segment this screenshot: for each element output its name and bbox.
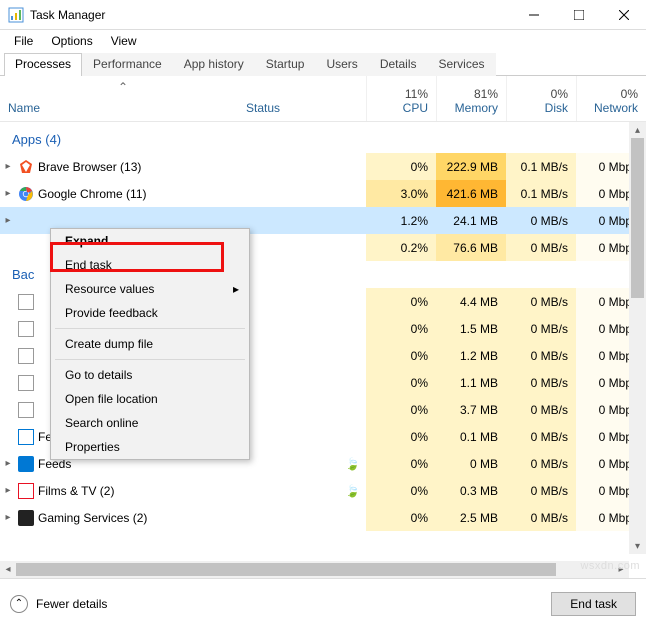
tab-performance[interactable]: Performance bbox=[82, 53, 173, 76]
watermark: wsxdn.com bbox=[580, 560, 640, 572]
context-menu: Expand End task Resource values▸ Provide… bbox=[50, 228, 250, 460]
menu-view[interactable]: View bbox=[103, 32, 145, 50]
col-disk[interactable]: 0%Disk bbox=[506, 76, 576, 121]
expand-icon[interactable]: ▸ bbox=[0, 161, 16, 172]
vertical-scrollbar[interactable]: ▴ ▾ bbox=[629, 122, 646, 554]
generic-icon bbox=[16, 402, 36, 418]
cell-disk: 0 MB/s bbox=[506, 207, 576, 234]
fewer-details-link[interactable]: Fewer details bbox=[36, 597, 107, 611]
leaf-icon: 🍃 bbox=[345, 484, 360, 498]
submenu-arrow-icon: ▸ bbox=[233, 282, 239, 296]
ctx-expand[interactable]: Expand bbox=[51, 229, 249, 253]
close-button[interactable] bbox=[601, 0, 646, 30]
col-name[interactable]: ⌃ Name bbox=[0, 76, 246, 121]
col-memory[interactable]: 81%Memory bbox=[436, 76, 506, 121]
gaming-services-icon bbox=[16, 510, 36, 526]
brave-icon bbox=[16, 159, 36, 175]
ctx-resource-values[interactable]: Resource values▸ bbox=[51, 277, 249, 301]
tab-processes[interactable]: Processes bbox=[4, 53, 82, 76]
scrollbar-thumb[interactable] bbox=[631, 138, 644, 298]
footer: ⌃ Fewer details End task bbox=[0, 578, 646, 628]
expand-icon[interactable]: ▸ bbox=[0, 215, 16, 226]
process-name: Gaming Services (2) bbox=[36, 511, 246, 525]
ctx-provide-feedback[interactable]: Provide feedback bbox=[51, 301, 249, 325]
cell-mem: 222.9 MB bbox=[436, 153, 506, 180]
col-status[interactable]: Status bbox=[246, 76, 366, 121]
ctx-open-file-location[interactable]: Open file location bbox=[51, 387, 249, 411]
col-cpu[interactable]: 11%CPU bbox=[366, 76, 436, 121]
col-network[interactable]: 0%Network bbox=[576, 76, 646, 121]
cell-cpu: 1.2% bbox=[366, 207, 436, 234]
process-row[interactable]: ▸ Films & TV (2) 🍃 0% 0.3 MB 0 MB/s 0 Mb… bbox=[0, 477, 646, 504]
generic-icon bbox=[16, 321, 36, 337]
group-apps[interactable]: Apps (4) bbox=[0, 122, 646, 153]
process-row[interactable]: ▸ Google Chrome (11) 3.0% 421.6 MB 0.1 M… bbox=[0, 180, 646, 207]
process-name: Films & TV (2) bbox=[36, 484, 246, 498]
chrome-icon bbox=[16, 186, 36, 202]
feeds-icon bbox=[16, 456, 36, 472]
ctx-properties[interactable]: Properties bbox=[51, 435, 249, 459]
menu-file[interactable]: File bbox=[6, 32, 41, 50]
titlebar: Task Manager bbox=[0, 0, 646, 30]
menubar: File Options View bbox=[0, 30, 646, 52]
scroll-up-icon[interactable]: ▴ bbox=[629, 122, 646, 138]
scroll-left-icon[interactable]: ◂ bbox=[0, 561, 16, 578]
end-task-button[interactable]: End task bbox=[551, 592, 636, 616]
ctx-search-online[interactable]: Search online bbox=[51, 411, 249, 435]
leaf-icon: 🍃 bbox=[345, 457, 360, 471]
process-name: Brave Browser (13) bbox=[36, 160, 246, 174]
process-row[interactable]: ▸ Gaming Services (2) 0% 2.5 MB 0 MB/s 0… bbox=[0, 504, 646, 531]
tab-services[interactable]: Services bbox=[428, 53, 496, 76]
films-tv-icon bbox=[16, 483, 36, 499]
scrollbar-thumb[interactable] bbox=[16, 563, 556, 576]
ctx-create-dump[interactable]: Create dump file bbox=[51, 332, 249, 356]
separator bbox=[55, 359, 245, 360]
cell-cpu: 0% bbox=[366, 153, 436, 180]
expand-icon[interactable]: ▸ bbox=[0, 512, 16, 523]
generic-icon bbox=[16, 348, 36, 364]
tab-startup[interactable]: Startup bbox=[255, 53, 316, 76]
expand-icon[interactable]: ▸ bbox=[0, 485, 16, 496]
expand-icon[interactable]: ▸ bbox=[0, 188, 16, 199]
tabs: Processes Performance App history Startu… bbox=[0, 52, 646, 76]
cell-disk: 0.1 MB/s bbox=[506, 180, 576, 207]
cell-mem: 421.6 MB bbox=[436, 180, 506, 207]
window-title: Task Manager bbox=[30, 8, 105, 22]
separator bbox=[55, 328, 245, 329]
cell-mem: 24.1 MB bbox=[436, 207, 506, 234]
maximize-button[interactable] bbox=[556, 0, 601, 30]
cell-disk: 0 MB/s bbox=[506, 234, 576, 261]
expand-icon[interactable]: ▸ bbox=[0, 458, 16, 469]
app-icon bbox=[8, 7, 24, 23]
ctx-end-task[interactable]: End task bbox=[51, 253, 249, 277]
cell-cpu: 3.0% bbox=[366, 180, 436, 207]
process-name: Google Chrome (11) bbox=[36, 187, 246, 201]
menu-options[interactable]: Options bbox=[43, 32, 100, 50]
column-headers: ⌃ Name Status 11%CPU 81%Memory 0%Disk 0%… bbox=[0, 76, 646, 122]
generic-icon bbox=[16, 375, 36, 391]
fewer-details-icon[interactable]: ⌃ bbox=[10, 595, 28, 613]
cell-disk: 0.1 MB/s bbox=[506, 153, 576, 180]
minimize-button[interactable] bbox=[511, 0, 556, 30]
tab-details[interactable]: Details bbox=[369, 53, 428, 76]
tab-app-history[interactable]: App history bbox=[173, 53, 255, 76]
sort-indicator-icon: ⌃ bbox=[118, 80, 128, 94]
generic-icon bbox=[16, 294, 36, 310]
ctx-go-to-details[interactable]: Go to details bbox=[51, 363, 249, 387]
cell-mem: 76.6 MB bbox=[436, 234, 506, 261]
tab-users[interactable]: Users bbox=[315, 53, 368, 76]
process-row[interactable]: ▸ Brave Browser (13) 0% 222.9 MB 0.1 MB/… bbox=[0, 153, 646, 180]
scroll-down-icon[interactable]: ▾ bbox=[629, 538, 646, 554]
horizontal-scrollbar[interactable]: ◂ ▸ bbox=[0, 561, 629, 578]
cell-cpu: 0.2% bbox=[366, 234, 436, 261]
features-icon bbox=[16, 429, 36, 445]
